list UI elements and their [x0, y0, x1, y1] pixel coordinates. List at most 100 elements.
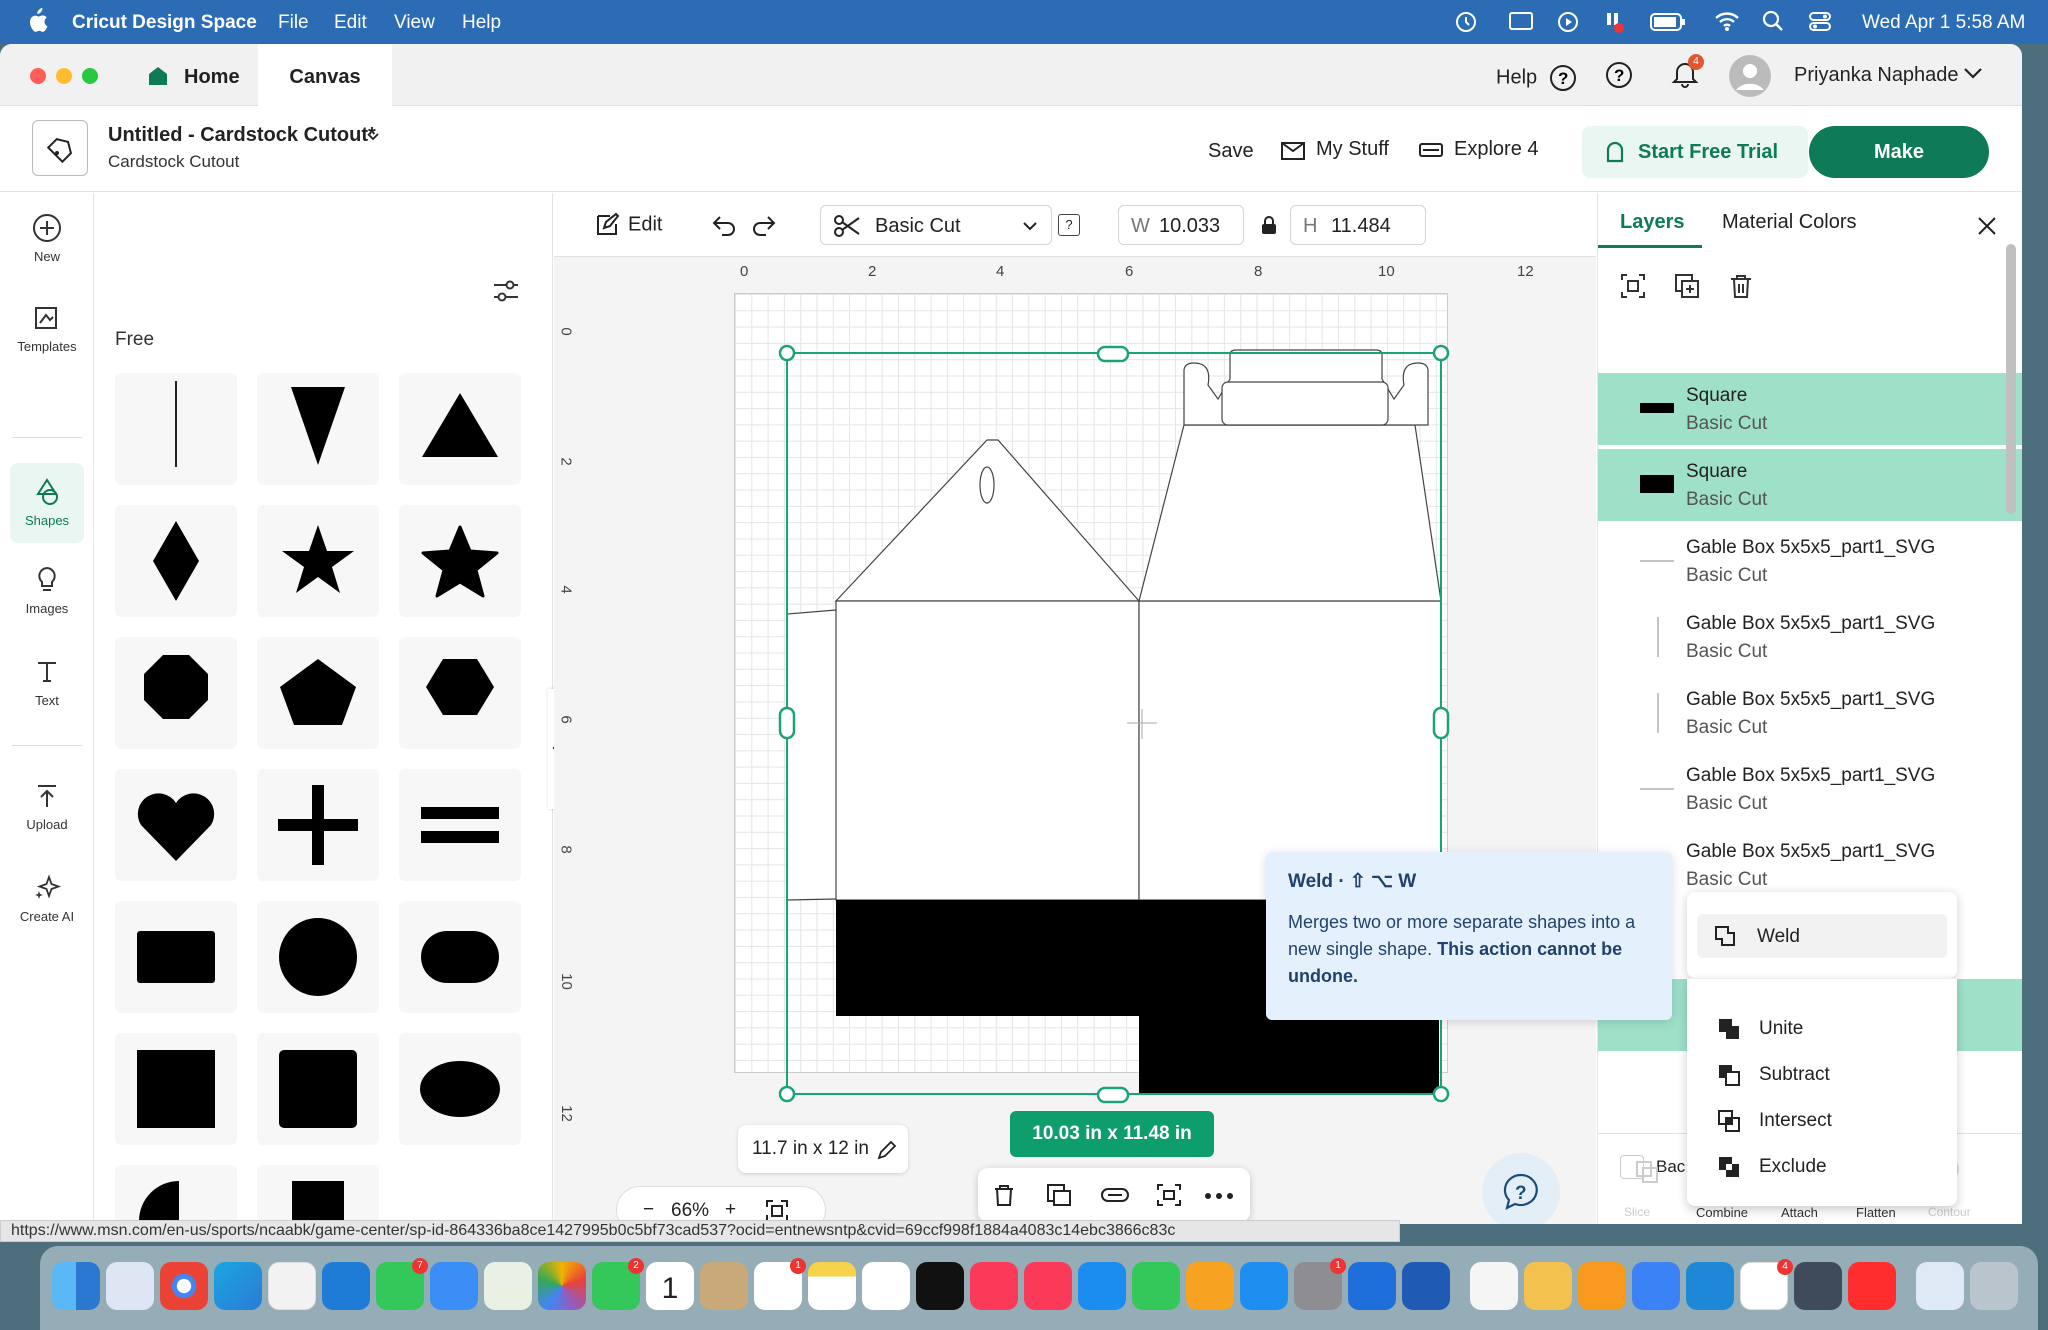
reminders-icon[interactable]: 1	[754, 1258, 806, 1310]
nav-images[interactable]: Images	[0, 565, 94, 635]
shape-arch[interactable]	[257, 1165, 379, 1224]
project-title[interactable]: Untitled - Cardstock Cutout*	[108, 124, 376, 147]
intersect-menu-item[interactable]: Intersect	[1717, 1109, 1832, 1133]
more-options-icon[interactable]	[1204, 1192, 1234, 1200]
shape-half-circle[interactable]	[115, 1165, 237, 1224]
freeform-icon[interactable]	[862, 1262, 910, 1310]
maps-icon[interactable]	[484, 1262, 532, 1310]
shape-square[interactable]	[115, 1033, 237, 1145]
selection-handle[interactable]	[1432, 344, 1450, 362]
pages-icon[interactable]	[1186, 1262, 1234, 1310]
photos-icon[interactable]	[538, 1262, 586, 1310]
app-icon[interactable]	[1470, 1262, 1518, 1310]
attach-button[interactable]: Attach	[1781, 1205, 1818, 1220]
square-layer-1[interactable]	[836, 900, 1139, 1016]
zoom-in-button[interactable]: +	[725, 1199, 736, 1221]
save-button[interactable]: Save	[1208, 140, 1254, 163]
timemachine-icon[interactable]	[1450, 10, 1478, 34]
support-chat-icon[interactable]: ?	[1604, 60, 1634, 90]
menu-view[interactable]: View	[394, 12, 435, 34]
minimize-window-button[interactable]	[56, 68, 72, 84]
shape-rectangle[interactable]	[115, 901, 237, 1013]
layer-item[interactable]: Gable Box 5x5x5_part1_SVG Basic Cut	[1598, 601, 2022, 673]
spotlight-search-icon[interactable]	[1762, 10, 1784, 32]
books-icon[interactable]	[1578, 1262, 1626, 1310]
exclude-menu-item[interactable]: Exclude	[1717, 1155, 1827, 1179]
selection-handle[interactable]	[1096, 345, 1130, 363]
cricut-icon[interactable]: 4	[1740, 1259, 1793, 1310]
launchpad-icon[interactable]	[106, 1262, 154, 1310]
word-icon[interactable]	[1402, 1262, 1450, 1310]
menu-file[interactable]: File	[278, 12, 309, 34]
start-free-trial-button[interactable]: Start Free Trial	[1582, 126, 1808, 178]
layer-item[interactable]: Gable Box 5x5x5_part1_SVG Basic Cut	[1598, 677, 2022, 749]
windows-app-icon[interactable]	[1348, 1262, 1396, 1310]
user-name[interactable]: Priyanka Naphade	[1794, 64, 1959, 87]
project-tag-button[interactable]	[32, 120, 88, 176]
calendar-icon[interactable]: 1	[646, 1262, 694, 1310]
youtube-icon[interactable]	[1848, 1262, 1896, 1310]
weld-menu-item[interactable]: Weld	[1697, 914, 1947, 958]
notifications-bell-icon[interactable]: 4	[1670, 54, 1704, 90]
tab-material-colors[interactable]: Material Colors	[1722, 211, 1856, 234]
safari-icon[interactable]	[322, 1262, 370, 1310]
help-fab-button[interactable]: ?	[1482, 1153, 1560, 1224]
screenshot-icon[interactable]	[1916, 1262, 1964, 1310]
apple-tv-icon[interactable]	[916, 1262, 964, 1310]
nav-upload[interactable]: Upload	[0, 781, 94, 851]
pencil-icon[interactable]	[876, 1139, 898, 1161]
vscode-icon[interactable]	[1686, 1262, 1734, 1310]
shape-pentagon[interactable]	[257, 637, 379, 749]
notes-icon[interactable]	[808, 1262, 856, 1310]
menu-help[interactable]: Help	[462, 12, 501, 34]
flatten-button[interactable]: Flatten	[1856, 1205, 1896, 1220]
selection-handle[interactable]	[778, 706, 796, 740]
messages-icon[interactable]: 7	[376, 1258, 428, 1310]
screen-mirror-icon[interactable]	[1508, 10, 1534, 34]
filter-sliders-icon[interactable]	[491, 277, 521, 307]
shape-triangle[interactable]	[399, 373, 521, 485]
duplicate-layer-icon[interactable]	[1674, 273, 1700, 299]
nav-create-ai[interactable]: Create AI	[0, 873, 94, 943]
shape-line[interactable]	[115, 373, 237, 485]
nav-text[interactable]: Text	[0, 657, 94, 727]
unite-menu-item[interactable]: Unite	[1717, 1017, 1803, 1041]
shape-diamond[interactable]	[115, 505, 237, 617]
selection-handle[interactable]	[1432, 706, 1450, 740]
layer-item[interactable]: Gable Box 5x5x5_part1_SVG Basic Cut	[1598, 753, 2022, 825]
trash-icon[interactable]	[992, 1183, 1016, 1207]
nav-shapes[interactable]: Shapes	[10, 463, 84, 543]
delete-layer-icon[interactable]	[1728, 273, 1754, 299]
menu-edit[interactable]: Edit	[334, 12, 367, 34]
user-menu-chevron-icon[interactable]	[1962, 62, 1984, 84]
layer-item[interactable]: Gable Box 5x5x5_part1_SVG Basic Cut	[1598, 525, 2022, 597]
selection-handle[interactable]	[778, 1085, 796, 1103]
shape-rounded-rect[interactable]	[399, 901, 521, 1013]
nav-new[interactable]: New	[0, 213, 94, 283]
play-icon[interactable]	[1556, 10, 1580, 34]
tab-layers[interactable]: Layers	[1620, 211, 1685, 234]
zoom-window-button[interactable]	[82, 68, 98, 84]
selection-handle[interactable]	[1096, 1086, 1130, 1104]
contour-button[interactable]: Contour	[1928, 1205, 1971, 1219]
numbers-icon[interactable]	[1132, 1262, 1180, 1310]
shape-plus[interactable]	[257, 769, 379, 881]
slice-button[interactable]: Slice	[1624, 1205, 1650, 1219]
user-avatar[interactable]	[1728, 54, 1772, 98]
subtract-menu-item[interactable]: Subtract	[1717, 1063, 1830, 1087]
menubar-clock[interactable]: Wed Apr 1 5:58 AM	[1862, 12, 2025, 34]
control-center-icon[interactable]	[1808, 10, 1832, 32]
contacts-icon[interactable]	[700, 1262, 748, 1310]
group-icon[interactable]	[1156, 1183, 1182, 1207]
system-settings-icon[interactable]: 1	[1294, 1258, 1346, 1310]
shape-octagon[interactable]	[115, 637, 237, 749]
app-icon[interactable]	[268, 1262, 316, 1310]
tab-home[interactable]: Home	[136, 44, 258, 106]
combine-button[interactable]: Combine	[1696, 1205, 1748, 1220]
trash-dock-icon[interactable]	[1970, 1262, 2018, 1310]
docker-icon[interactable]	[1632, 1262, 1680, 1310]
finder-icon[interactable]	[52, 1262, 100, 1310]
apple-icon[interactable]	[26, 8, 48, 34]
layer-item[interactable]: Square Basic Cut	[1598, 373, 2022, 445]
chrome-icon[interactable]	[160, 1262, 208, 1310]
